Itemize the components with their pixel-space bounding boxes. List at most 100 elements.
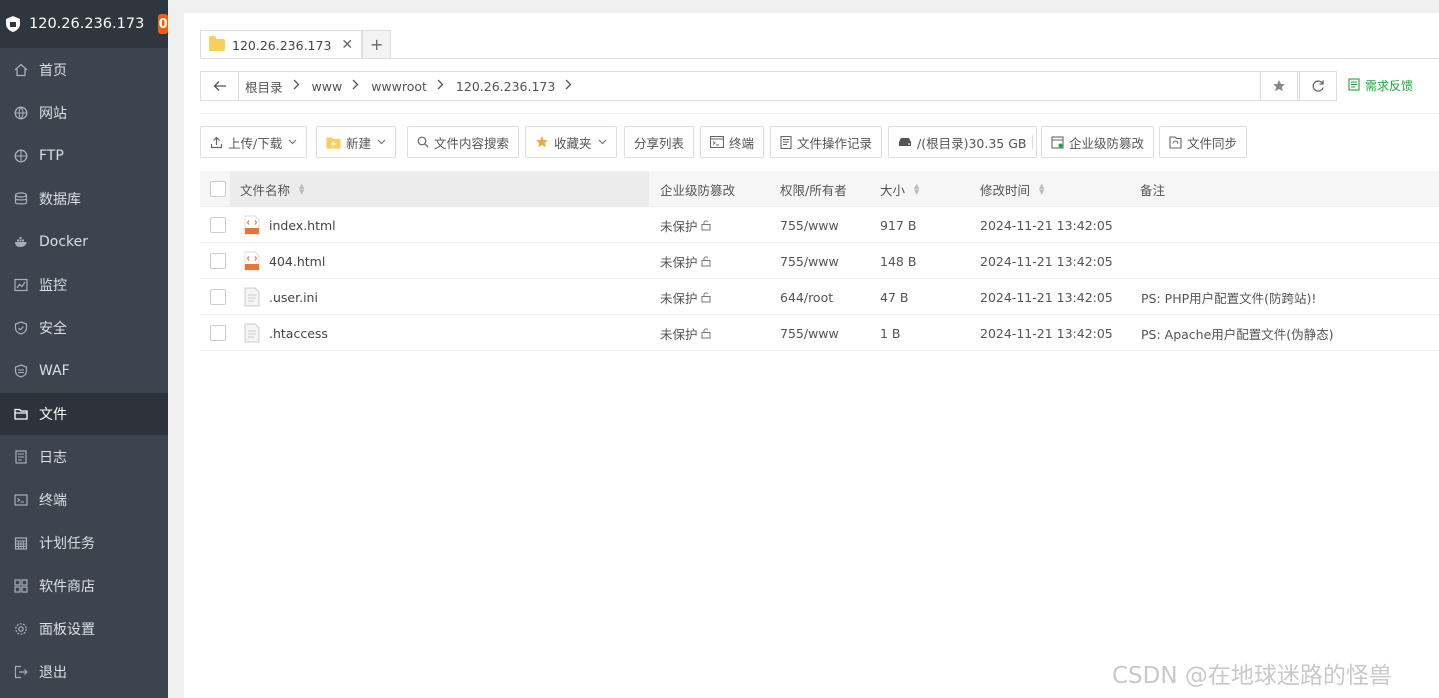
header-note: 备注 [1140, 171, 1165, 207]
header-note-label: 备注 [1140, 182, 1166, 198]
share-list-button[interactable]: 分享列表 [624, 126, 695, 158]
html-file-icon [244, 251, 260, 271]
file-name: 404.html [269, 253, 326, 269]
file-sync-button[interactable]: 文件同步 [1159, 126, 1248, 158]
folder-icon [209, 36, 225, 51]
row-checkbox[interactable] [210, 253, 226, 269]
refresh-button[interactable] [1299, 71, 1337, 101]
toolbar-separator [1032, 135, 1033, 149]
sidebar-item-logout[interactable]: 退出 [0, 651, 168, 693]
file-name-cell[interactable]: 404.html [244, 243, 325, 279]
chevron-right-icon[interactable] [293, 79, 300, 93]
table-row[interactable]: 404.html 未保护 755/www 148 B 2024-11-21 13… [200, 243, 1439, 279]
sidebar-item-ftp[interactable]: FTP [0, 135, 168, 177]
sidebar-item-docker[interactable]: Docker [0, 221, 168, 263]
protect-status: 未保护 [660, 218, 698, 234]
terminal-icon [14, 493, 28, 507]
sidebar-item-label: 面板设置 [39, 622, 95, 638]
chevron-right-icon[interactable] [565, 79, 572, 93]
upload-icon [210, 136, 223, 149]
back-button[interactable] [201, 72, 239, 100]
path-bar[interactable]: 根目录 www wwwroot 120.26.236.173 [200, 71, 1337, 101]
sidebar-item-label: 监控 [39, 278, 67, 294]
sidebar-item-appstore[interactable]: 软件商店 [0, 565, 168, 607]
unlock-icon [700, 327, 712, 339]
breadcrumb-item[interactable]: www [312, 79, 343, 94]
perm-cell[interactable]: 644/root [780, 279, 833, 315]
sidebar-item-cron[interactable]: 计划任务 [0, 522, 168, 564]
server-ip: 120.26.236.173 [29, 16, 145, 32]
sidebar-item-database[interactable]: 数据库 [0, 178, 168, 220]
file-name-cell[interactable]: index.html [244, 207, 336, 243]
file-name-cell[interactable]: .user.ini [244, 279, 318, 315]
new-button[interactable]: 新建 [316, 126, 397, 158]
sidebar-item-monitor[interactable]: 监控 [0, 264, 168, 306]
tab-directory[interactable]: 120.26.236.173 ✕ [200, 30, 363, 59]
table-row[interactable]: index.html 未保护 755/www 917 B 2024-11-21 … [200, 207, 1439, 243]
breadcrumb-item[interactable]: 根目录 [245, 77, 283, 96]
note-cell: PS: Apache用户配置文件(伪静态) [1141, 326, 1334, 342]
sidebar-item-website[interactable]: 网站 [0, 92, 168, 134]
sidebar-item-logs[interactable]: 日志 [0, 436, 168, 478]
sidebar-item-label: 文件 [39, 407, 67, 423]
feedback-link[interactable]: 需求反馈 [1348, 77, 1413, 94]
sidebar-item-label: 日志 [39, 450, 67, 466]
sidebar-item-label: 数据库 [39, 192, 81, 208]
perm-cell[interactable]: 755/www [780, 243, 839, 279]
text-file-icon [244, 287, 260, 307]
row-checkbox[interactable] [210, 325, 226, 341]
favorites-label: 收藏夹 [554, 135, 592, 151]
chevron-down-icon [377, 137, 386, 148]
protect-cell[interactable]: 未保护 [660, 207, 712, 243]
tab-divider [200, 58, 1439, 59]
tamper-proof-button[interactable]: 企业级防篡改 [1041, 126, 1155, 158]
feedback-label: 需求反馈 [1365, 79, 1414, 93]
content-search-button[interactable]: 文件内容搜索 [407, 126, 520, 158]
breadcrumb-item[interactable]: 120.26.236.173 [456, 79, 555, 94]
sidebar-item-terminal[interactable]: 终端 [0, 479, 168, 521]
table-row[interactable]: .user.ini 未保护 644/root 47 B 2024-11-21 1… [200, 279, 1439, 315]
file-name: index.html [269, 217, 336, 233]
sidebar-item-files[interactable]: 文件 [0, 393, 168, 435]
favorite-button[interactable] [1260, 71, 1298, 101]
sidebar-item-waf[interactable]: WAF [0, 350, 168, 392]
sort-icon[interactable]: ▲ ▼ [299, 183, 304, 196]
select-all-checkbox[interactable] [210, 181, 226, 197]
protect-cell[interactable]: 未保护 [660, 279, 712, 315]
header-perm: 权限/所有者 [780, 171, 847, 207]
upload-download-label: 上传/下载 [228, 135, 283, 151]
chevron-right-icon[interactable] [437, 79, 444, 93]
close-icon[interactable]: ✕ [341, 37, 353, 53]
header-protect-label: 企业级防篡改 [660, 182, 736, 198]
apps-icon [14, 579, 28, 593]
content-search-label: 文件内容搜索 [434, 135, 510, 151]
mtime-cell: 2024-11-21 13:42:05 [980, 217, 1113, 233]
row-checkbox[interactable] [210, 217, 226, 233]
protect-cell[interactable]: 未保护 [660, 315, 712, 351]
protect-cell[interactable]: 未保护 [660, 243, 712, 279]
row-checkbox[interactable] [210, 289, 226, 305]
header-name[interactable]: 文件名称 ▲ ▼ [240, 171, 304, 207]
file-name-cell[interactable]: .htaccess [244, 315, 328, 351]
notification-badge[interactable]: 0 [158, 14, 168, 34]
share-list-label: 分享列表 [634, 135, 685, 151]
chevron-right-icon[interactable] [352, 79, 359, 93]
terminal-button[interactable]: 终端 [700, 126, 765, 158]
disk-button[interactable]: /(根目录)30.35 GB [888, 126, 1037, 158]
operation-log-button[interactable]: 文件操作记录 [770, 126, 883, 158]
sidebar-item-home[interactable]: 首页 [0, 49, 168, 91]
sort-icon[interactable]: ▲ ▼ [1039, 183, 1044, 196]
sort-icon[interactable]: ▲ ▼ [914, 183, 919, 196]
upload-download-button[interactable]: 上传/下载 [200, 126, 308, 158]
breadcrumb-item[interactable]: wwwroot [371, 79, 427, 94]
table-row[interactable]: .htaccess 未保护 755/www 1 B 2024-11-21 13:… [200, 315, 1439, 351]
header-size[interactable]: 大小 ▲ ▼ [880, 171, 919, 207]
add-tab-button[interactable]: + [362, 30, 392, 59]
tamper-proof-label: 企业级防篡改 [1069, 135, 1145, 151]
perm-cell[interactable]: 755/www [780, 207, 839, 243]
sidebar-item-settings[interactable]: 面板设置 [0, 608, 168, 650]
header-mtime[interactable]: 修改时间 ▲ ▼ [980, 171, 1044, 207]
sidebar-item-security[interactable]: 安全 [0, 307, 168, 349]
perm-cell[interactable]: 755/www [780, 315, 839, 351]
favorites-button[interactable]: 收藏夹 [525, 126, 617, 158]
